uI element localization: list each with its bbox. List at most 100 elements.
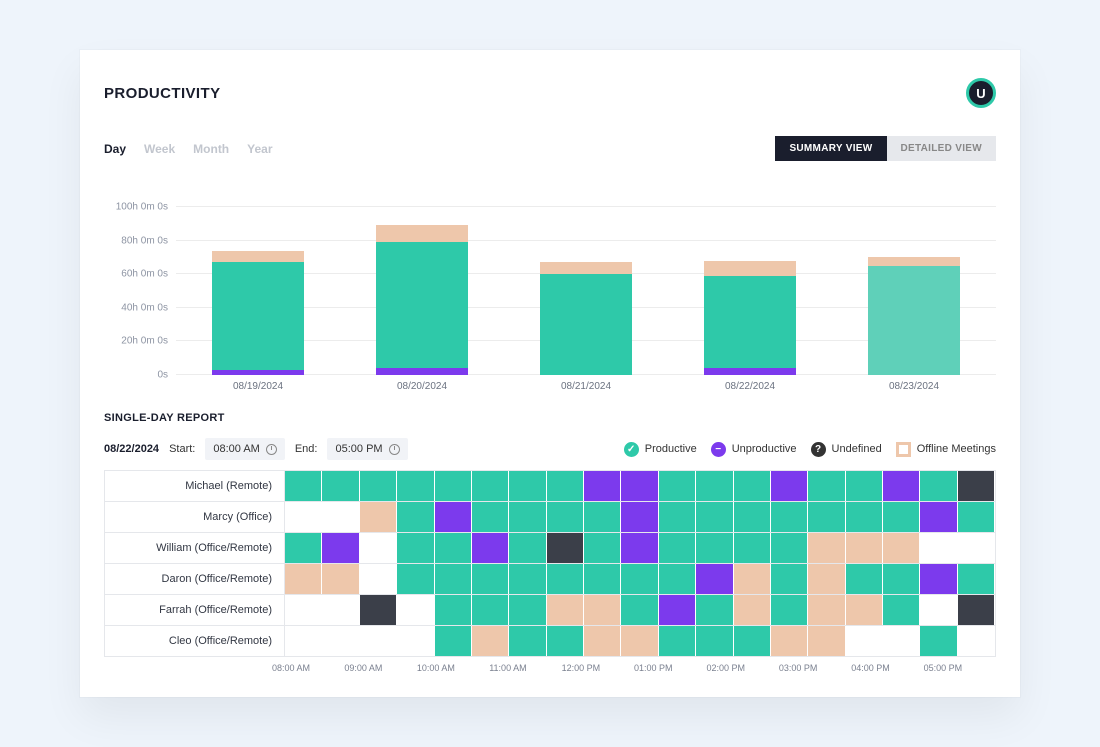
timeline-cell[interactable] <box>771 564 808 594</box>
timeline-cell[interactable] <box>397 564 434 594</box>
timeline-cell[interactable] <box>397 595 434 625</box>
timeline-cell[interactable] <box>360 533 397 563</box>
timeline-cell[interactable] <box>958 471 995 501</box>
timeline-cell[interactable] <box>547 471 584 501</box>
timeline-cell[interactable] <box>846 626 883 656</box>
timeline-cell[interactable] <box>696 626 733 656</box>
end-time-picker[interactable]: 05:00 PM <box>327 438 407 460</box>
timeline-cell[interactable] <box>920 471 957 501</box>
timeline-cell[interactable] <box>920 564 957 594</box>
timeline-cell[interactable] <box>360 564 397 594</box>
timeline-cell[interactable] <box>846 564 883 594</box>
timeline-cell[interactable] <box>621 502 658 532</box>
timeline-cell[interactable] <box>360 626 397 656</box>
timeline-cell[interactable] <box>547 502 584 532</box>
timeline-cell[interactable] <box>472 533 509 563</box>
timeline-cell[interactable] <box>958 533 995 563</box>
timeline-cell[interactable] <box>883 564 920 594</box>
timeline-cell[interactable] <box>509 564 546 594</box>
timeline-cell[interactable] <box>734 564 771 594</box>
timeline-cell[interactable] <box>920 502 957 532</box>
timeline-cell[interactable] <box>920 595 957 625</box>
timeline-cell[interactable] <box>734 471 771 501</box>
timeline-cell[interactable] <box>958 502 995 532</box>
timeline-cell[interactable] <box>883 471 920 501</box>
timeline-cell[interactable] <box>435 471 472 501</box>
timeline-cell[interactable] <box>808 533 845 563</box>
summary-view-button[interactable]: SUMMARY VIEW <box>775 136 886 161</box>
timeline-cell[interactable] <box>808 626 845 656</box>
timeline-cell[interactable] <box>435 564 472 594</box>
timeline-cell[interactable] <box>285 595 322 625</box>
timeline-cell[interactable] <box>771 471 808 501</box>
timeline-cell[interactable] <box>435 595 472 625</box>
tab-day[interactable]: Day <box>104 142 126 156</box>
timeline-cell[interactable] <box>659 471 696 501</box>
timeline-cell[interactable] <box>696 502 733 532</box>
timeline-cell[interactable] <box>397 533 434 563</box>
timeline-cell[interactable] <box>584 502 621 532</box>
timeline-cell[interactable] <box>397 502 434 532</box>
timeline-cell[interactable] <box>584 564 621 594</box>
timeline-cell[interactable] <box>621 564 658 594</box>
timeline-cell[interactable] <box>771 626 808 656</box>
timeline-cell[interactable] <box>435 533 472 563</box>
timeline-cell[interactable] <box>360 595 397 625</box>
timeline-cell[interactable] <box>846 471 883 501</box>
timeline-cell[interactable] <box>584 471 621 501</box>
chart-bar[interactable] <box>212 251 304 375</box>
timeline-cell[interactable] <box>621 533 658 563</box>
timeline-cell[interactable] <box>771 533 808 563</box>
timeline-cell[interactable] <box>808 595 845 625</box>
timeline-cell[interactable] <box>509 502 546 532</box>
timeline-cell[interactable] <box>435 502 472 532</box>
chart-bar[interactable] <box>868 257 960 375</box>
timeline-cell[interactable] <box>322 626 359 656</box>
timeline-cell[interactable] <box>734 533 771 563</box>
timeline-cell[interactable] <box>771 502 808 532</box>
timeline-cell[interactable] <box>285 533 322 563</box>
timeline-cell[interactable] <box>659 564 696 594</box>
timeline-cell[interactable] <box>958 595 995 625</box>
timeline-cell[interactable] <box>846 502 883 532</box>
timeline-cell[interactable] <box>547 626 584 656</box>
timeline-cell[interactable] <box>883 533 920 563</box>
timeline-cell[interactable] <box>734 502 771 532</box>
timeline-cell[interactable] <box>509 471 546 501</box>
timeline-cell[interactable] <box>397 626 434 656</box>
timeline-cell[interactable] <box>584 626 621 656</box>
timeline-cell[interactable] <box>883 595 920 625</box>
timeline-cell[interactable] <box>696 564 733 594</box>
timeline-cell[interactable] <box>808 564 845 594</box>
timeline-cell[interactable] <box>584 595 621 625</box>
timeline-cell[interactable] <box>547 564 584 594</box>
timeline-cell[interactable] <box>808 502 845 532</box>
timeline-cell[interactable] <box>472 595 509 625</box>
timeline-cell[interactable] <box>920 533 957 563</box>
timeline-cell[interactable] <box>958 626 995 656</box>
timeline-cell[interactable] <box>322 564 359 594</box>
tab-year[interactable]: Year <box>247 142 272 156</box>
timeline-cell[interactable] <box>958 564 995 594</box>
timeline-cell[interactable] <box>696 471 733 501</box>
timeline-cell[interactable] <box>696 595 733 625</box>
timeline-cell[interactable] <box>920 626 957 656</box>
timeline-cell[interactable] <box>322 595 359 625</box>
start-time-picker[interactable]: 08:00 AM <box>205 438 284 460</box>
timeline-cell[interactable] <box>547 533 584 563</box>
timeline-cell[interactable] <box>659 533 696 563</box>
timeline-cell[interactable] <box>621 595 658 625</box>
timeline-cell[interactable] <box>472 564 509 594</box>
timeline-cell[interactable] <box>472 502 509 532</box>
timeline-cell[interactable] <box>846 533 883 563</box>
timeline-cell[interactable] <box>435 626 472 656</box>
user-avatar[interactable]: U <box>966 78 996 108</box>
timeline-cell[interactable] <box>285 502 322 532</box>
timeline-cell[interactable] <box>734 626 771 656</box>
detailed-view-button[interactable]: DETAILED VIEW <box>887 136 997 161</box>
timeline-cell[interactable] <box>621 626 658 656</box>
timeline-cell[interactable] <box>509 626 546 656</box>
timeline-cell[interactable] <box>322 471 359 501</box>
timeline-cell[interactable] <box>397 471 434 501</box>
chart-bar[interactable] <box>704 261 796 375</box>
